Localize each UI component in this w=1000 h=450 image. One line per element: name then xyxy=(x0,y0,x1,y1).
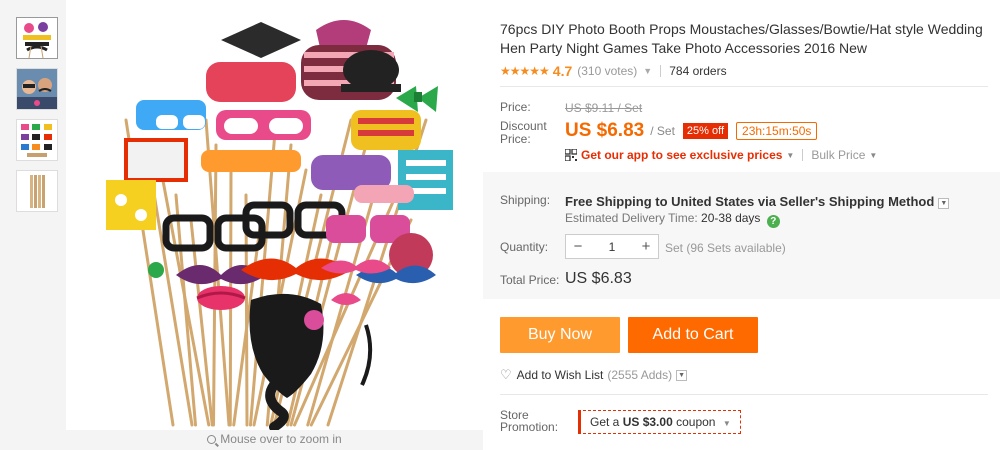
heart-icon[interactable]: ♡ xyxy=(500,367,512,383)
quantity-stepper: − + xyxy=(565,234,659,259)
product-detail: 76pcs DIY Photo Booth Props Moustaches/G… xyxy=(500,0,990,450)
add-to-cart-button[interactable]: Add to Cart xyxy=(628,317,758,353)
chevron-down-icon[interactable]: ▼ xyxy=(676,369,688,381)
discount-price: US $6.83 xyxy=(565,120,645,141)
product-title: 76pcs DIY Photo Booth Props Moustaches/G… xyxy=(500,21,983,56)
divider xyxy=(660,65,662,77)
image-gallery: Mouse over to zoom in xyxy=(0,0,483,450)
wish-list-count: (2555 Adds) xyxy=(607,368,673,382)
caret-down-icon[interactable]: ▼ xyxy=(869,151,877,160)
caret-down-icon[interactable]: ▼ xyxy=(786,151,794,160)
thumbnail-4[interactable] xyxy=(16,170,58,212)
original-price: US $9.11 / Set xyxy=(565,101,643,115)
coupon-suffix: coupon xyxy=(676,415,716,429)
coupon-amount: US $3.00 xyxy=(622,415,673,429)
app-promo-row: Get our app to see exclusive prices ▼ Bu… xyxy=(565,148,877,162)
star-rating-icon: ★★★★★ xyxy=(500,64,550,78)
price-label: Price: xyxy=(500,100,531,114)
chevron-down-icon[interactable]: ▼ xyxy=(938,198,950,209)
store-coupon[interactable]: Get a US $3.00 coupon ▼ xyxy=(578,410,741,434)
rating-row: ★★★★★ 4.7 (310 votes) ▼ 784 orders xyxy=(500,63,727,79)
decrease-quantity-button[interactable]: − xyxy=(566,235,590,258)
main-product-image[interactable] xyxy=(66,0,483,430)
coupon-prefix: Get a xyxy=(590,415,620,429)
delivery-days: 20-38 days xyxy=(701,211,761,225)
discount-badge: 25% off xyxy=(682,123,729,139)
add-to-wish-list-link[interactable]: Add to Wish List xyxy=(517,368,604,382)
caret-down-icon[interactable]: ▼ xyxy=(723,419,731,428)
magnifier-icon xyxy=(207,435,217,444)
available-stock: Set (96 Sets available) xyxy=(665,241,786,255)
thumbnail-list xyxy=(16,17,60,221)
help-icon[interactable]: ? xyxy=(766,215,780,228)
votes-count[interactable]: (310 votes) xyxy=(577,64,637,78)
divider xyxy=(500,86,988,87)
divider xyxy=(802,149,804,161)
total-price: US $6.83 xyxy=(565,270,632,287)
delivery-estimate-label: Estimated Delivery Time: xyxy=(565,211,698,225)
store-promotion-label-line2: Promotion: xyxy=(500,420,559,434)
increase-quantity-button[interactable]: + xyxy=(634,235,658,258)
total-price-label: Total Price: xyxy=(500,273,560,287)
shipping-method[interactable]: Free Shipping to United States via Selle… xyxy=(565,194,950,209)
discount-price-row: US $6.83 / Set 25% off 23h:15m:50s xyxy=(565,120,818,142)
thumbnail-1[interactable] xyxy=(16,17,58,59)
quantity-label: Quantity: xyxy=(500,240,549,254)
buy-now-button[interactable]: Buy Now xyxy=(500,317,620,353)
divider xyxy=(500,394,988,395)
countdown-timer: 23h:15m:50s xyxy=(736,122,818,140)
zoom-hint: Mouse over to zoom in xyxy=(66,432,483,446)
get-app-link[interactable]: Get our app to see exclusive prices xyxy=(581,148,782,162)
discount-label-line2: Price: xyxy=(500,132,531,146)
delivery-estimate: Estimated Delivery Time: 20-38 days ? xyxy=(565,211,780,228)
wish-list-row[interactable]: ♡ Add to Wish List (2555 Adds) ▼ xyxy=(500,367,688,383)
product-page: Mouse over to zoom in 76pcs DIY Photo Bo… xyxy=(0,0,1000,450)
price-unit: / Set xyxy=(650,124,675,138)
photo-booth-props-image xyxy=(106,20,453,430)
rating-value[interactable]: 4.7 xyxy=(553,63,572,79)
shipping-label: Shipping: xyxy=(500,193,551,207)
shipping-method-text: Free Shipping to United States via Selle… xyxy=(565,194,935,209)
qr-code-icon xyxy=(565,149,577,161)
quantity-input[interactable] xyxy=(590,239,634,254)
thumbnail-3[interactable] xyxy=(16,119,58,161)
zoom-hint-text: Mouse over to zoom in xyxy=(220,432,342,446)
bulk-price-link[interactable]: Bulk Price xyxy=(811,148,865,162)
orders-count: 784 orders xyxy=(669,64,727,78)
chevron-down-icon[interactable]: ▼ xyxy=(643,66,652,76)
thumbnail-2[interactable] xyxy=(16,68,58,110)
